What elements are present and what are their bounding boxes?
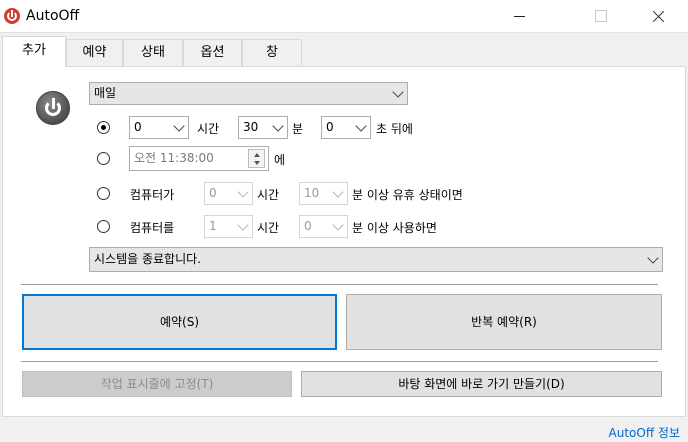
repeat-schedule-button[interactable]: 반복 예약(R) xyxy=(346,294,662,350)
chevron-down-icon xyxy=(392,86,404,98)
about-link[interactable]: AutoOff 정보 xyxy=(609,424,680,441)
tab-add[interactable]: 추가 xyxy=(2,36,66,67)
hours-value: 0 xyxy=(134,120,142,134)
spin-up-icon xyxy=(254,153,260,157)
idle-suffix-label: 분 이상 유휴 상태이면 xyxy=(352,188,463,202)
time-value: 오전 11:38:00 xyxy=(134,151,214,165)
at-time-suffix-label: 에 xyxy=(274,153,286,167)
minutes-select[interactable]: 30 xyxy=(238,116,288,139)
idle-hours-select[interactable]: 0 xyxy=(204,182,253,205)
seconds-select[interactable]: 0 xyxy=(321,116,371,139)
pin-taskbar-button[interactable]: 작업 표시줄에 고정(T) xyxy=(22,371,292,397)
title-bar: AutoOff xyxy=(0,0,688,33)
time-picker[interactable]: 오전 11:38:00 xyxy=(129,146,269,171)
frequency-select[interactable]: 매일 xyxy=(89,82,408,105)
minutes-unit-label: 분 xyxy=(292,122,304,136)
seconds-value: 0 xyxy=(326,120,334,134)
tab-schedule[interactable]: 예약 xyxy=(66,39,123,66)
time-spinner[interactable] xyxy=(248,149,265,168)
idle-hours-unit-label: 시간 xyxy=(257,188,280,202)
used-suffix-label: 분 이상 사용하면 xyxy=(352,221,437,235)
used-prefix-label: 컴퓨터를 xyxy=(130,221,175,235)
spin-down-icon xyxy=(254,161,260,165)
chevron-down-icon xyxy=(237,219,249,231)
used-hours-value: 1 xyxy=(209,219,217,233)
idle-prefix-label: 컴퓨터가 xyxy=(130,188,175,202)
schedule-button[interactable]: 예약(S) xyxy=(22,294,337,350)
tab-options[interactable]: 옵션 xyxy=(183,39,242,66)
radio-after-duration[interactable] xyxy=(97,121,110,134)
idle-minutes-select[interactable]: 10 xyxy=(299,182,348,205)
close-button[interactable] xyxy=(636,0,682,32)
tab-strip: 추가 예약 상태 옵션 창 xyxy=(0,34,688,67)
hours-select[interactable]: 0 xyxy=(129,116,189,139)
tab-window[interactable]: 창 xyxy=(242,39,302,66)
used-hours-unit-label: 시간 xyxy=(257,221,280,235)
radio-used[interactable] xyxy=(97,220,110,233)
window-title: AutoOff xyxy=(26,8,80,24)
idle-hours-value: 0 xyxy=(209,186,217,200)
used-hours-select[interactable]: 1 xyxy=(204,215,253,238)
used-minutes-select[interactable]: 0 xyxy=(299,215,348,238)
chevron-down-icon xyxy=(272,120,284,132)
power-app-icon xyxy=(4,8,20,24)
minutes-value: 30 xyxy=(243,120,259,134)
action-select[interactable]: 시스템을 종료합니다. xyxy=(89,247,663,272)
tab-status[interactable]: 상태 xyxy=(123,39,183,66)
desktop-shortcut-button[interactable]: 바탕 화면에 바로 가기 만들기(D) xyxy=(301,371,662,397)
radio-at-time[interactable] xyxy=(97,152,110,165)
chevron-down-icon xyxy=(355,120,367,132)
minimize-button[interactable] xyxy=(496,0,542,32)
divider xyxy=(21,361,658,362)
action-value: 시스템을 종료합니다. xyxy=(94,252,201,266)
power-icon xyxy=(36,91,70,125)
chevron-down-icon xyxy=(332,186,344,198)
radio-idle[interactable] xyxy=(97,187,110,200)
seconds-suffix-label: 초 뒤에 xyxy=(376,122,413,136)
frequency-value: 매일 xyxy=(94,86,117,100)
maximize-button[interactable] xyxy=(578,0,624,32)
divider xyxy=(21,284,658,285)
used-minutes-value: 0 xyxy=(304,219,312,233)
chevron-down-icon xyxy=(173,120,185,132)
hours-unit-label: 시간 xyxy=(197,122,220,136)
chevron-down-icon xyxy=(237,186,249,198)
chevron-down-icon xyxy=(332,219,344,231)
idle-minutes-value: 10 xyxy=(304,186,320,200)
chevron-down-icon xyxy=(647,252,659,264)
